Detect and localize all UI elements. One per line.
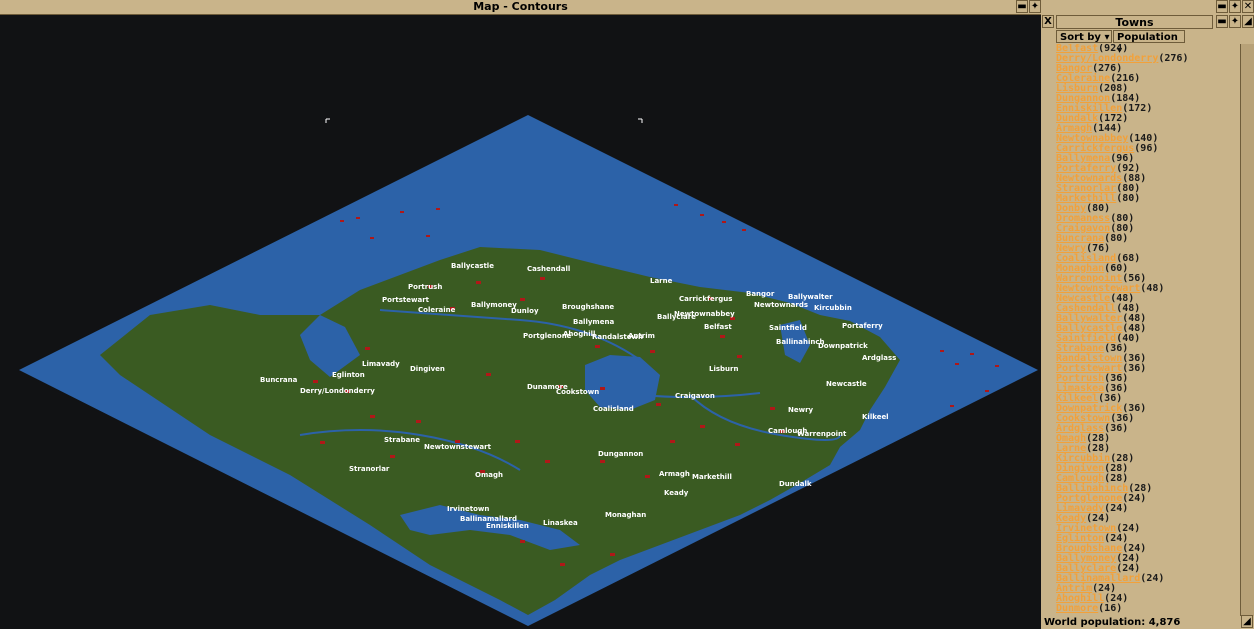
town-population: (276) [1158,53,1189,64]
map-window-title[interactable]: Map - Contours [0,0,1041,15]
scrollbar[interactable] [1240,44,1254,616]
map-window: X Map - Contours ▬ ✦ [0,0,1041,629]
towns-close-button[interactable]: X [1042,15,1054,28]
map-label: Newtownabbey [674,310,735,318]
map-label: Broughshane [562,303,614,311]
town-population: (80) [1116,193,1141,204]
map-label: Cashendall [527,265,570,273]
map-label: Ardglass [862,354,896,362]
map-label: Portrush [408,283,442,291]
map-label: Ballywalter [788,293,833,301]
sort-criteria-label: Population [1117,32,1178,43]
map-label: Coleraine [418,306,456,314]
map-label: Carrickfergus [679,295,732,303]
map-label: Derry/Londonderry [300,387,375,395]
map-label: Markethill [692,473,732,481]
map-label: Bangor [746,290,775,298]
map-label: Dungannon [598,450,643,458]
towns-shade-button[interactable]: ▬ [1216,15,1228,28]
contour-map: Ballycastle Cashendall Portrush Larne Po… [19,115,1038,626]
map-pin-button[interactable]: ✦ [1029,0,1041,13]
map-label: Strabane [384,436,420,444]
resize-grip-icon[interactable]: ◢ [1241,615,1253,628]
map-label: Limavady [362,360,400,368]
town-population: (16) [1098,603,1123,614]
town-population: (24) [1140,573,1165,584]
town-list-item[interactable]: Dunmore(16) [1056,604,1238,614]
map-label: Newcastle [826,380,867,388]
map-label: Ahoghill [563,330,595,338]
sort-criteria-dropdown[interactable]: Population ▾ [1113,30,1185,56]
towns-resize-button[interactable]: ◢ [1242,15,1254,28]
main-pin-button[interactable]: ✦ [1229,0,1241,13]
map-label: Belfast [704,323,732,331]
map-view[interactable]: Ballycastle Cashendall Portrush Larne Po… [0,15,1041,629]
map-label: Newtownstewart [424,443,492,451]
map-label: Ballycastle [451,262,494,270]
map-label: Cookstown [556,388,599,396]
map-label: Larne [650,277,673,285]
viewport-marker [325,118,643,123]
map-label: Warrenpoint [797,430,847,438]
map-label: Kircubbin [814,304,852,312]
sort-by-label: Sort by [1060,32,1101,43]
map-label: Buncrana [260,376,298,384]
map-label: Enniskillen [486,522,529,530]
map-label: Portstewart [382,296,430,304]
town-name[interactable]: Dunmore [1056,603,1098,614]
main-shade-button[interactable]: ▬ [1216,0,1228,13]
map-label: Linaskea [543,519,578,527]
map-label: Dingiven [410,365,445,373]
main-close-button[interactable]: ✕ [1242,0,1254,13]
town-list: Belfast(924) Derry/Londonderry(276) Bangor… [1056,44,1238,616]
map-label: Omagh [475,471,503,479]
map-label: Coalisland [593,405,634,413]
map-label: Kilkeel [862,413,889,421]
map-label: Newry [788,406,814,414]
towns-window-title[interactable]: Towns [1056,15,1213,29]
map-label: Portaferry [842,322,883,330]
map-label: Antrim [628,332,655,340]
map-label: Irvinetown [447,505,489,513]
map-label: Keady [664,489,689,497]
map-label: Craigavon [675,392,715,400]
map-label: Eglinton [332,371,365,379]
sort-by-button[interactable]: Sort by ▾ [1056,30,1112,43]
map-label: Dundalk [779,480,812,488]
triangle-down-icon: ▾ [1104,32,1110,43]
towns-window: X Towns ▬ ✦ ◢ Sort by ▾ Population ▾ Bel… [1042,15,1254,629]
town-population: (48) [1140,283,1165,294]
town-population: (96) [1134,143,1159,154]
map-label: Monaghan [605,511,646,519]
map-label: Ballymena [573,318,614,326]
map-label: Stranorlar [349,465,390,473]
map-label: Dunloy [511,307,539,315]
towns-pin-button[interactable]: ✦ [1229,15,1241,28]
map-shade-button[interactable]: ▬ [1016,0,1028,13]
world-population-label: World population: 4,876 [1044,617,1181,628]
map-label: Downpatrick [818,342,868,350]
map-label: Lisburn [709,365,738,373]
map-label: Newtownards [754,301,808,309]
map-label: Armagh [659,470,690,478]
map-label: Saintfield [769,324,807,332]
